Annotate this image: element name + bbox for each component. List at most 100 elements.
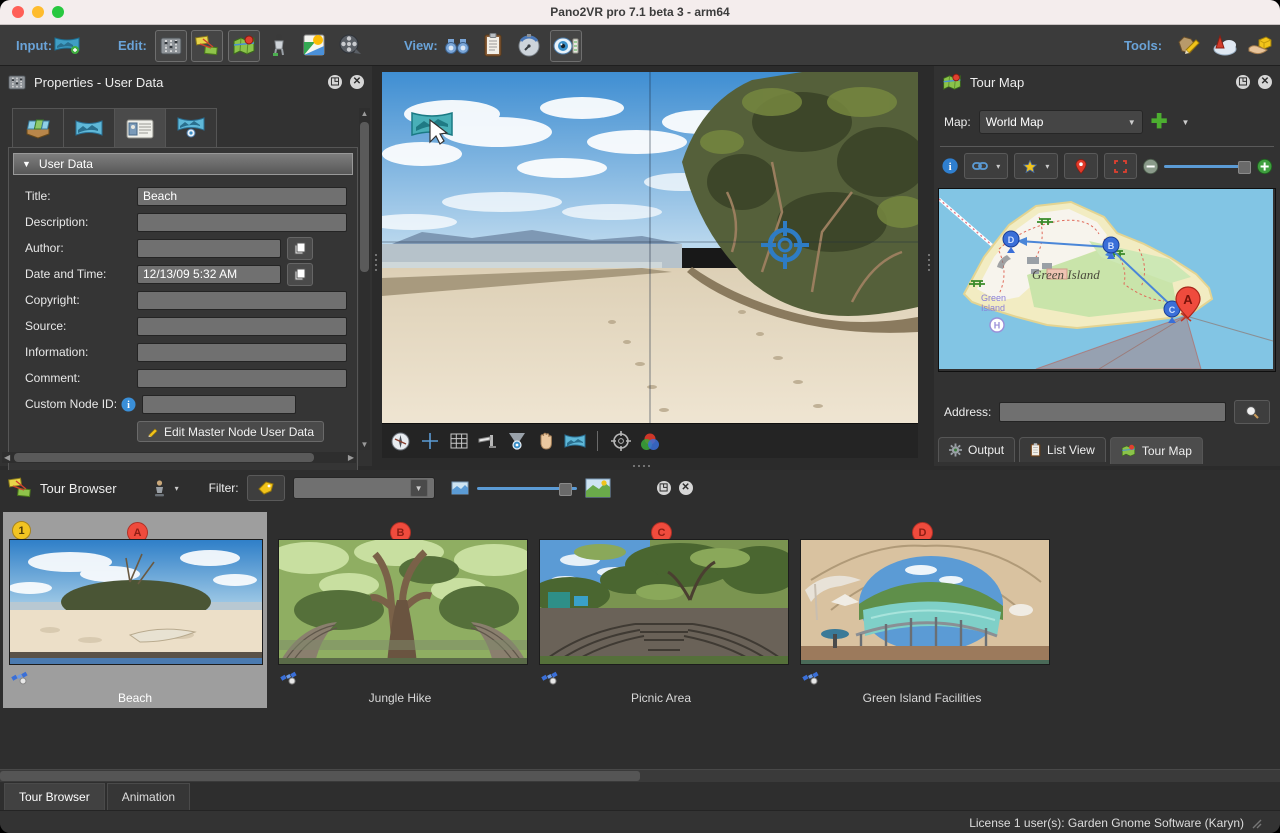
view-cone-tool-icon[interactable]: [502, 427, 531, 455]
title-input[interactable]: [137, 187, 347, 206]
right-splitter-handle[interactable]: [928, 254, 931, 271]
thumbnail-size-slider[interactable]: [477, 482, 577, 494]
datetime-input[interactable]: [137, 265, 281, 284]
filter-tag-button[interactable]: [247, 475, 285, 501]
resize-grip-icon[interactable]: [1250, 817, 1262, 829]
left-splitter-handle[interactable]: [375, 254, 378, 271]
edit-properties-button[interactable]: [155, 30, 187, 62]
close-panel-icon[interactable]: ✕: [679, 481, 693, 495]
browser-horizontal-scrollbar[interactable]: [0, 769, 1280, 782]
datetime-copy-button[interactable]: [287, 263, 313, 286]
horizontal-splitter-handle[interactable]: [633, 465, 650, 467]
scroll-right-icon[interactable]: ▶: [348, 452, 354, 463]
vertical-scroll-thumb[interactable]: [360, 122, 369, 272]
zoom-in-icon[interactable]: [1257, 158, 1272, 175]
slider-handle[interactable]: [1238, 161, 1251, 174]
fit-view-button[interactable]: [1104, 153, 1137, 179]
info-icon[interactable]: i: [942, 157, 958, 175]
tab-pano-pin[interactable]: [165, 108, 217, 148]
address-search-button[interactable]: [1234, 400, 1270, 424]
facilities-thumbnail-image[interactable]: [800, 539, 1050, 665]
edit-tour-browser-button[interactable]: [191, 30, 223, 62]
horizon-tool-icon[interactable]: [473, 427, 502, 455]
tools-gnome-cloud-button[interactable]: [1209, 30, 1239, 60]
source-input[interactable]: [137, 317, 347, 336]
bottom-tab-tour-browser[interactable]: Tour Browser: [4, 783, 105, 810]
add-map-icon[interactable]: ✚: [1151, 112, 1168, 132]
compass-tool-icon[interactable]: [386, 427, 415, 455]
copyright-input[interactable]: [137, 291, 347, 310]
view-viewer-button[interactable]: [550, 30, 582, 62]
bottom-tab-animation[interactable]: Animation: [107, 783, 190, 810]
slider-handle[interactable]: [559, 483, 572, 496]
jungle-thumbnail-image[interactable]: [278, 539, 528, 665]
panorama-view-tool-icon[interactable]: [560, 427, 589, 455]
view-timer-button[interactable]: [514, 30, 544, 60]
map-view[interactable]: Green Island Green Island H D B C A: [938, 188, 1276, 372]
author-input[interactable]: [137, 239, 281, 258]
link-hotspots-button[interactable]: ▾: [964, 153, 1008, 179]
small-thumbnails-icon[interactable]: [451, 481, 469, 495]
close-window-button[interactable]: [12, 6, 24, 18]
edit-animation-button[interactable]: [335, 30, 365, 60]
horizontal-scroll-thumb[interactable]: [14, 453, 314, 462]
drop-pin-button[interactable]: [1064, 153, 1097, 179]
browser-scroll-thumb[interactable]: [0, 771, 640, 781]
tab-output[interactable]: Output: [938, 437, 1015, 462]
color-tool-icon[interactable]: [635, 427, 664, 455]
zoom-out-icon[interactable]: [1143, 158, 1158, 175]
view-list-button[interactable]: [478, 30, 508, 60]
comment-input[interactable]: [137, 369, 347, 388]
pin-style-button[interactable]: ▾: [1014, 153, 1058, 179]
view-mode-button[interactable]: ▾: [153, 480, 179, 497]
custom-node-id-input[interactable]: [142, 395, 296, 414]
tab-list-view[interactable]: List View: [1019, 437, 1106, 462]
tab-panorama[interactable]: [63, 108, 114, 148]
filter-dropdown[interactable]: ▼: [293, 477, 435, 499]
panorama-viewer[interactable]: [382, 72, 918, 458]
beach-panorama-image[interactable]: [382, 72, 918, 424]
edit-master-node-button[interactable]: Edit Master Node User Data: [137, 421, 324, 442]
picnic-thumbnail-image[interactable]: [539, 539, 789, 665]
float-panel-icon[interactable]: ◳: [1236, 75, 1250, 89]
information-input[interactable]: [137, 343, 347, 362]
close-panel-icon[interactable]: ✕: [350, 75, 364, 89]
tour-node-jungle-hike[interactable]: B Jungle Hike: [272, 512, 528, 708]
map-zoom-slider[interactable]: [1164, 160, 1250, 172]
scroll-up-icon[interactable]: ▲: [359, 108, 370, 119]
tab-node-stack[interactable]: [12, 108, 63, 148]
chevron-down-icon[interactable]: ▼: [1181, 118, 1189, 127]
tour-node-facilities[interactable]: D Green Island Facil: [794, 512, 1050, 708]
float-panel-icon[interactable]: ◳: [657, 481, 671, 495]
tab-tour-map[interactable]: Tour Map: [1110, 437, 1203, 464]
scroll-down-icon[interactable]: ▼: [359, 439, 370, 450]
beach-thumbnail-image[interactable]: [9, 539, 263, 665]
author-copy-button[interactable]: [287, 237, 313, 260]
pan-hand-tool-icon[interactable]: [531, 427, 560, 455]
zoom-window-button[interactable]: [52, 6, 64, 18]
target-tool-icon[interactable]: [606, 427, 635, 455]
user-data-section-header[interactable]: ▼ User Data: [13, 153, 353, 175]
edit-street-view-button[interactable]: [264, 30, 294, 60]
scroll-left-icon[interactable]: ◀: [4, 452, 10, 463]
map-dropdown[interactable]: World Map ▼: [979, 110, 1143, 134]
description-input[interactable]: [137, 213, 347, 232]
properties-vertical-scrollbar[interactable]: ▲ ▼: [359, 108, 370, 450]
minimize-window-button[interactable]: [32, 6, 44, 18]
tab-user-data[interactable]: [114, 108, 165, 150]
edit-tour-map-button[interactable]: [228, 30, 260, 62]
grid-tool-icon[interactable]: [444, 427, 473, 455]
properties-horizontal-scrollbar[interactable]: ◀ ▶: [2, 452, 356, 463]
address-input[interactable]: [999, 402, 1226, 422]
tools-patch-button[interactable]: [1173, 30, 1203, 60]
close-panel-icon[interactable]: ✕: [1258, 75, 1272, 89]
tools-publish-button[interactable]: [1245, 30, 1275, 60]
large-thumbnails-icon[interactable]: [585, 478, 611, 498]
edit-google-maps-button[interactable]: [299, 30, 329, 60]
tour-node-beach[interactable]: 1 A Beach: [3, 512, 267, 708]
tour-node-picnic-area[interactable]: C Picnic Area: [533, 512, 789, 708]
view-find-button[interactable]: [442, 30, 472, 60]
green-island-map[interactable]: Green Island Green Island H D B C A: [939, 189, 1273, 369]
center-cross-tool-icon[interactable]: [415, 427, 444, 455]
float-panel-icon[interactable]: ◳: [328, 75, 342, 89]
